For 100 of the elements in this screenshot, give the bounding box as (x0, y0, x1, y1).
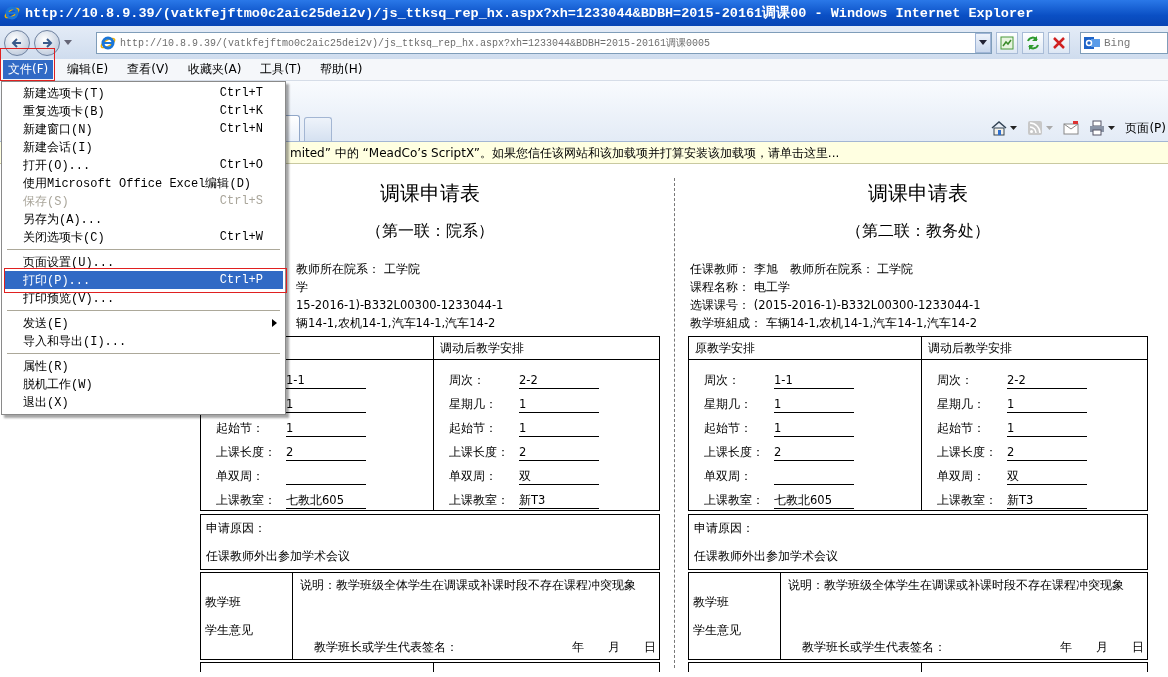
menu-item[interactable]: 发送(E) (4, 314, 283, 332)
menu-item[interactable]: 收藏夹(A) (182, 60, 247, 79)
menu-item[interactable]: 脱机工作(W) (4, 375, 283, 393)
menu-item[interactable]: 使用Microsoft Office Excel编辑(D) (4, 174, 283, 192)
fill-in-line: 2 (1007, 443, 1087, 461)
field-label: 上课长度： (216, 444, 277, 461)
field-label: 起始节： (216, 420, 265, 437)
caret-icon (1046, 126, 1054, 130)
field-label: 周次： (704, 372, 741, 389)
info-line: 选课课号： (2015-2016-1)-B332L00300-1233044-1 (690, 298, 981, 312)
field-label: 上课长度： (937, 444, 998, 461)
fill-in-line: 1 (519, 395, 599, 413)
menu-item[interactable]: 页面设置(U)... (4, 253, 283, 271)
menu-item[interactable]: 导入和导出(I)... (4, 332, 283, 350)
field-label: 教学班 (205, 594, 242, 611)
browser-logo-icon (4, 5, 20, 21)
stop-button[interactable] (1048, 31, 1070, 54)
caret-icon (1108, 126, 1116, 130)
fill-in-line: 1 (1007, 395, 1087, 413)
column-header: 调动后教学安排 (440, 340, 524, 357)
info-line: 学 (296, 280, 308, 294)
field-label: 上课长度： (449, 444, 510, 461)
menu-item[interactable]: 编辑(E) (62, 60, 114, 79)
field-label: 单双周： (216, 468, 265, 485)
page-icon (100, 34, 116, 51)
home-icon (991, 120, 1008, 136)
menu-item[interactable]: 新建会话(I) (4, 138, 283, 156)
dropdown-button[interactable] (975, 32, 991, 53)
search-box[interactable]: Bing (1080, 31, 1168, 54)
fill-in-line: 1-1 (774, 371, 854, 389)
menu-item[interactable]: 打印预览(V)... (4, 289, 283, 307)
field-label: 上课教室： (704, 492, 765, 509)
menu-item[interactable]: 打印(P)... Ctrl+P (4, 271, 283, 289)
arrow-right-icon (40, 35, 54, 50)
fill-in-line: 2 (286, 443, 366, 461)
field-label: 上课教室： (449, 492, 510, 509)
caret-icon[interactable] (64, 39, 72, 46)
fill-in-line: 七教北605 (774, 491, 854, 509)
field-label: 起始节： (704, 420, 753, 437)
field-label: 星期几： (449, 396, 498, 413)
menu-item[interactable]: 新建窗口(N) Ctrl+N (4, 120, 283, 138)
address-field[interactable]: http://10.8.9.39/(vatkfejftmo0c2aic25dei2v)/js_ttksq_rep_hx.aspx?xh=1233044&BDBH=2015-20161调课0005 (96, 31, 992, 54)
fill-in-line: 2-2 (519, 371, 599, 389)
info-line: 教师所在院系： 工学院 (296, 262, 420, 276)
form-subtitle: （第二联：教务处） (846, 220, 990, 242)
signature-label: 教学班长或学生代表签名： (314, 639, 458, 656)
field-label: 学生意见 (693, 622, 742, 639)
menu-item[interactable]: 另存为(A)... (4, 210, 283, 228)
menu-item[interactable]: 新建选项卡(T) Ctrl+T (4, 84, 283, 102)
fill-in-line: 2 (519, 443, 599, 461)
field-label: 起始节： (449, 420, 498, 437)
field-label: 星期几： (937, 396, 986, 413)
fill-in-line: 新T3 (1007, 491, 1087, 509)
field-label: 星期几： (704, 396, 753, 413)
info-line: 课程名称： 电工学 (690, 280, 790, 294)
page-menu-button[interactable]: 页面(P) (1123, 119, 1168, 137)
menu-item[interactable]: 帮助(H) (315, 60, 368, 79)
menu-item[interactable]: 打开(O)... Ctrl+O (4, 156, 283, 174)
field-label: 教学班 (693, 594, 730, 611)
date-label: 月 (1096, 639, 1108, 656)
window-title: http://10.8.9.39/(vatkfejftmo0c2aic25dei2v)/js_ttksq_rep_hx.aspx?xh=1233044&BDBH=2015-20161调课00 - Windows Internet Explorer (25, 4, 1034, 22)
date-label: 年 (572, 639, 584, 656)
form-title: 调课申请表 (380, 180, 480, 207)
menu-item[interactable]: 关闭选项卡(C) Ctrl+W (4, 228, 283, 246)
note-text: 说明：教学班级全体学生在调课或补课时段不存在课程冲突现象 (788, 577, 1125, 594)
forward-button[interactable] (34, 29, 60, 56)
menu-item[interactable]: 工具(T) (255, 60, 307, 79)
menu-item[interactable]: 重复选项卡(B) Ctrl+K (4, 102, 283, 120)
field-label: 申请原因： (206, 520, 267, 537)
menu-item[interactable]: 属性(R) (4, 357, 283, 375)
menu-item[interactable]: 查看(V) (122, 60, 174, 79)
menu-item[interactable]: 退出(X) (4, 393, 283, 411)
date-label: 月 (608, 639, 620, 656)
caret-icon (1010, 126, 1018, 130)
chart-page-icon (999, 34, 1015, 51)
refresh-icon (1025, 34, 1041, 51)
fill-in-line: 2-2 (1007, 371, 1087, 389)
reason-text: 任课教师外出参加学术会议 (694, 548, 839, 565)
info-line: 辆14-1,农机14-1,汽车14-1,汽车14-2 (296, 316, 496, 330)
information-bar-message[interactable]: mited” 中的 “MeadCo’s ScriptX”。如果您信任该网站和该加载项并打算安装该加载项，请单击这里... (290, 143, 840, 162)
form-title: 调课申请表 (868, 180, 968, 207)
field-label: 单双周： (449, 468, 498, 485)
print-button[interactable] (1087, 120, 1118, 136)
info-line: 任课教师： 李旭 教师所在院系： 工学院 (690, 262, 914, 276)
date-label: 日 (1132, 639, 1144, 656)
caret-icon (979, 40, 987, 45)
menu-item[interactable]: 文件(F) (3, 60, 54, 79)
mail-button[interactable] (1061, 120, 1082, 136)
column-header: 原教学安排 (695, 340, 755, 357)
field-label: 单双周： (937, 468, 986, 485)
compatibility-button[interactable] (996, 31, 1018, 54)
feed-icon (1027, 120, 1044, 136)
home-button[interactable] (989, 120, 1020, 136)
refresh-button[interactable] (1022, 31, 1044, 54)
submenu-arrow-icon (272, 319, 277, 327)
reason-text: 任课教师外出参加学术会议 (206, 548, 351, 565)
field-label: 上课教室： (937, 492, 998, 509)
fill-in-line: 1 (774, 419, 854, 437)
back-button[interactable] (4, 29, 30, 56)
fill-in-line: 新T3 (519, 491, 599, 509)
